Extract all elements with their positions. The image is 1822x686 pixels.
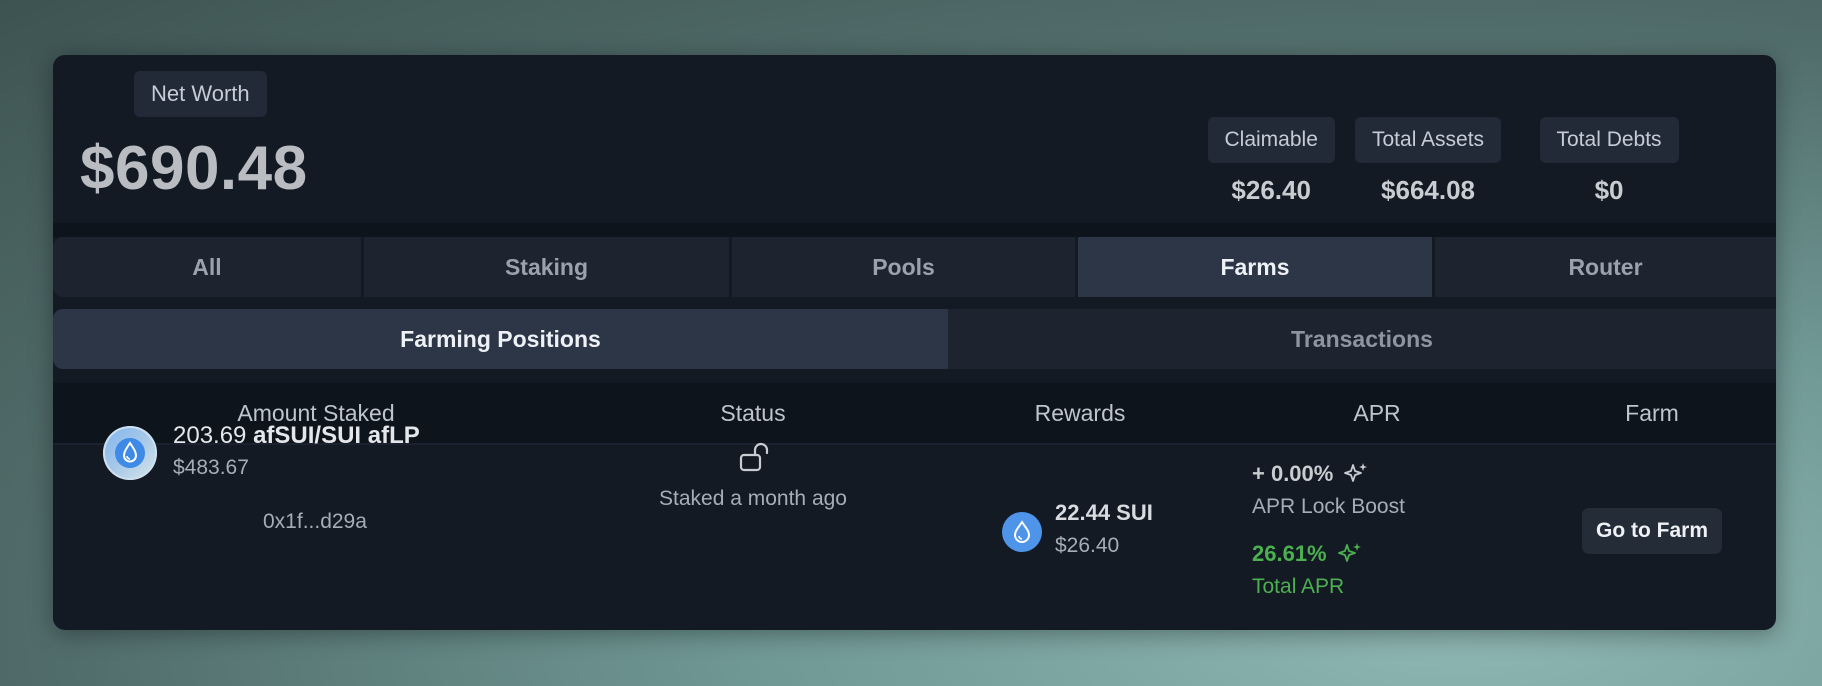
column-header-farm: Farm — [1625, 399, 1679, 426]
reward-amount: 22.44 SUI — [1055, 500, 1153, 525]
total-apr-label: Total APR — [1252, 575, 1345, 598]
unlocked-padlock-icon — [739, 442, 769, 472]
subtab-farming-positions[interactable]: Farming Positions — [53, 309, 948, 369]
net-worth-label: Net Worth — [134, 71, 267, 117]
net-worth-value: $690.48 — [80, 134, 308, 203]
position-address-link[interactable]: 0x1f...d29a — [263, 510, 367, 534]
apr-lock-boost-label: APR Lock Boost — [1252, 495, 1405, 518]
sparkle-icon — [1344, 463, 1368, 482]
tab-staking[interactable]: Staking — [364, 237, 732, 297]
stat-total-assets: Total Assets $664.08 — [1355, 117, 1502, 206]
go-to-farm-button[interactable]: Go to Farm — [1582, 508, 1723, 554]
stat-total-assets-label: Total Assets — [1355, 117, 1502, 163]
tab-router[interactable]: Router — [1435, 237, 1776, 297]
tab-all[interactable]: All — [53, 237, 364, 297]
column-header-apr: APR — [1353, 399, 1401, 426]
column-header-rewards: Rewards — [1034, 399, 1126, 426]
stat-total-assets-value: $664.08 — [1381, 175, 1476, 205]
stat-claimable: Claimable $26.40 — [1207, 117, 1335, 206]
sui-token-icon — [1002, 512, 1042, 552]
afsui-token-icon — [103, 426, 157, 480]
sparkle-icon-green — [1337, 543, 1361, 562]
tab-farms[interactable]: Farms — [1078, 237, 1435, 297]
farm-subtabs: Farming Positions Transactions — [53, 309, 1776, 369]
sui-droplet-icon — [1013, 520, 1031, 543]
amount-staked: 203.69 afSUI/SUI afLP — [173, 422, 420, 450]
total-apr-percent: 26.61% — [1252, 541, 1327, 566]
subtab-transactions[interactable]: Transactions — [948, 309, 1776, 369]
stat-total-debts-value: $0 — [1594, 175, 1624, 205]
column-header-status: Status — [720, 399, 786, 426]
apr-lock-boost-value: + 0.00% — [1252, 461, 1369, 487]
tab-pools[interactable]: Pools — [732, 237, 1078, 297]
portfolio-card: Net Worth $690.48 Claimable $26.40 Total… — [53, 55, 1776, 630]
stat-claimable-value: $26.40 — [1231, 175, 1311, 205]
status-text: Staked a month ago — [659, 487, 847, 510]
droplet-icon — [115, 438, 145, 468]
total-apr-value: 26.61% — [1252, 541, 1363, 567]
reward-usd: $26.40 — [1055, 534, 1120, 557]
category-tabs: All Staking Pools Farms Router — [53, 237, 1776, 297]
amount-staked-number: 203.69 — [173, 422, 247, 449]
apr-lock-boost-percent: + 0.00% — [1252, 461, 1334, 486]
stat-claimable-label: Claimable — [1207, 117, 1335, 163]
stat-total-debts: Total Debts $0 — [1539, 117, 1679, 206]
amount-staked-usd: $483.67 — [173, 456, 249, 479]
section-divider — [53, 223, 1776, 237]
amount-staked-token: afSUI/SUI afLP — [253, 422, 420, 449]
stat-total-debts-label: Total Debts — [1539, 117, 1679, 163]
